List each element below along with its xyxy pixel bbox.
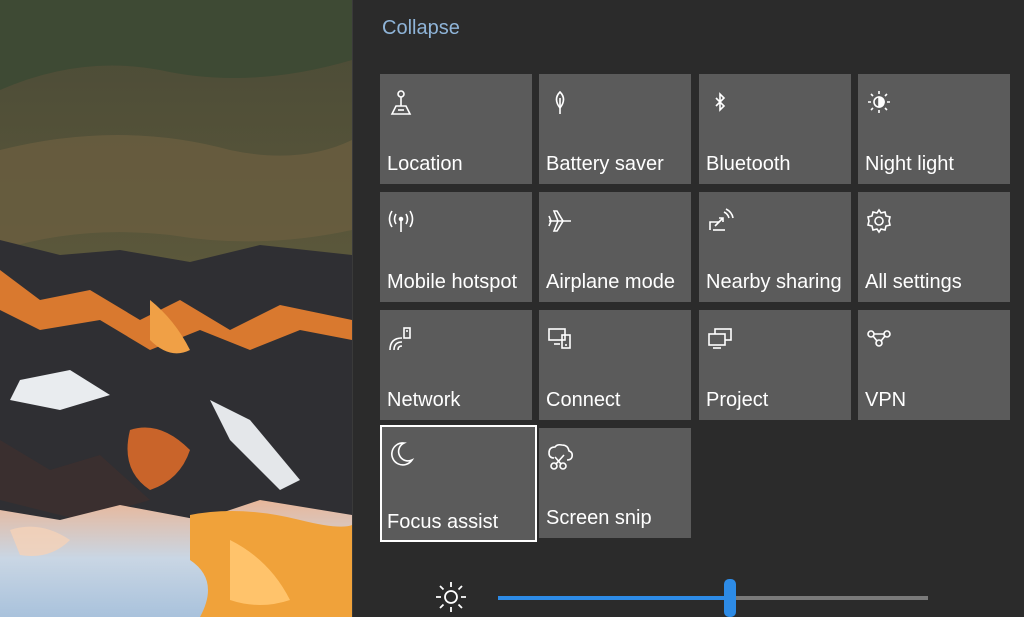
tile-label: Nearby sharing — [706, 271, 842, 293]
tile-label: Project — [706, 389, 769, 411]
tile-bluetooth[interactable]: Bluetooth — [699, 74, 851, 184]
airplane-icon — [545, 206, 575, 236]
tile-screen-snip[interactable]: Screen snip — [539, 428, 691, 538]
screen: Collapse Location Battery saver Bluetoot… — [0, 0, 1024, 617]
tile-project[interactable]: Project — [699, 310, 851, 420]
tile-network[interactable]: Network — [380, 310, 532, 420]
tile-label: Location — [387, 153, 463, 175]
brightness-icon — [434, 580, 468, 614]
tile-label: Mobile hotspot — [387, 271, 518, 293]
tile-label: Focus assist — [387, 511, 499, 533]
tile-label: Network — [387, 389, 461, 411]
vpn-icon — [864, 324, 894, 354]
brightness-slider-thumb[interactable] — [724, 579, 736, 617]
bluetooth-icon — [705, 88, 735, 118]
brightness-slider[interactable] — [498, 579, 928, 617]
battery-saver-icon — [545, 88, 575, 118]
tile-vpn[interactable]: VPN — [858, 310, 1010, 420]
brightness-slider-fill — [498, 596, 730, 600]
connect-icon — [545, 324, 575, 354]
tile-label: Bluetooth — [706, 153, 791, 175]
screen-snip-icon — [545, 442, 575, 472]
tile-airplane-mode[interactable]: Airplane mode — [539, 192, 691, 302]
tile-label: All settings — [865, 271, 962, 293]
tile-focus-assist[interactable]: Focus assist — [380, 425, 537, 542]
gear-icon — [864, 206, 894, 236]
nearby-sharing-icon — [705, 206, 735, 236]
mobile-hotspot-icon — [386, 206, 416, 236]
tile-label: Battery saver — [546, 153, 664, 175]
tile-location[interactable]: Location — [380, 74, 532, 184]
moon-icon — [386, 439, 416, 469]
tile-label: VPN — [865, 389, 907, 411]
desktop-wallpaper — [0, 0, 352, 617]
tile-all-settings[interactable]: All settings — [858, 192, 1010, 302]
project-icon — [705, 324, 735, 354]
tile-label: Screen snip — [546, 507, 652, 529]
tile-label: Night light — [865, 153, 954, 175]
wallpaper-image — [0, 0, 352, 617]
tile-night-light[interactable]: Night light — [858, 74, 1010, 184]
tile-mobile-hotspot[interactable]: Mobile hotspot — [380, 192, 532, 302]
collapse-link[interactable]: Collapse — [382, 17, 460, 40]
night-light-icon — [864, 88, 894, 118]
tile-label: Connect — [546, 389, 621, 411]
location-icon — [386, 88, 416, 118]
tile-nearby-sharing[interactable]: Nearby sharing — [699, 192, 851, 302]
network-icon — [386, 324, 416, 354]
tile-battery-saver[interactable]: Battery saver — [539, 74, 691, 184]
tile-label: Airplane mode — [546, 271, 675, 293]
tile-connect[interactable]: Connect — [539, 310, 691, 420]
